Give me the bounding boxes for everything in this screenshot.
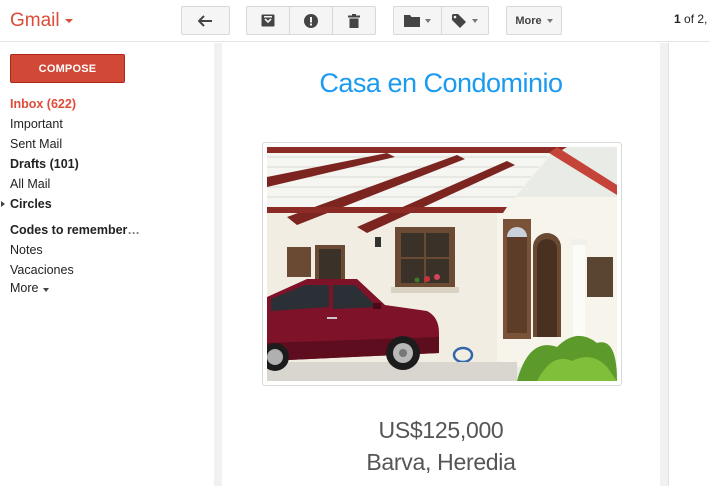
house-photo-image [267, 147, 617, 381]
more-button-label: More [515, 14, 542, 27]
chevron-down-icon [472, 18, 478, 23]
sidebar-item-notes[interactable]: Notes [0, 240, 214, 260]
email-body: Casa en Condominio US$125,000 Barva, Her… [222, 43, 660, 486]
sidebar-item-label: Sent Mail [10, 137, 63, 151]
sidebar-item-label: Drafts (101) [10, 157, 79, 171]
ellipsis: … [127, 223, 140, 237]
more-button[interactable]: More [506, 6, 562, 35]
sidebar-item-label: Circles [10, 197, 52, 211]
sidebar-item-label: More [10, 281, 39, 295]
archive-button[interactable] [246, 6, 290, 35]
compose-button[interactable]: COMPOSE [10, 54, 125, 83]
listing-price: US$125,000 [378, 417, 504, 443]
sidebar-item-inbox[interactable]: Inbox (622) [0, 94, 214, 114]
gmail-menu[interactable]: Gmail [10, 10, 73, 32]
sidebar-item-sent-mail[interactable]: Sent Mail [0, 134, 214, 154]
label-list: Inbox (622) Important Sent Mail Drafts (… [0, 94, 214, 297]
sidebar-item-label: Important [10, 117, 63, 131]
archive-icon [261, 14, 275, 27]
sidebar-item-label: Vacaciones [10, 263, 74, 277]
back-button[interactable] [181, 6, 230, 35]
pagination: 1 of 2, [674, 12, 707, 26]
sidebar: COMPOSE Inbox (622) Important Sent Mail … [0, 43, 214, 486]
expand-triangle-icon[interactable] [1, 201, 5, 207]
sidebar-item-label: Inbox (622) [10, 97, 76, 111]
sidebar-item-circles[interactable]: Circles [0, 194, 214, 214]
top-toolbar: Gmail More 1 of 2, [0, 0, 710, 42]
sidebar-item-label: All Mail [10, 177, 51, 191]
sidebar-item-vacaciones[interactable]: Vacaciones [0, 260, 214, 280]
sidebar-item-codes-to-remember[interactable]: Codes to remember… [0, 220, 214, 240]
house-photo [262, 142, 622, 386]
chevron-down-icon [64, 18, 73, 23]
labels-button[interactable] [441, 6, 489, 35]
chevron-down-icon [425, 18, 431, 23]
move-to-button[interactable] [393, 6, 442, 35]
app-name: Gmail [10, 10, 60, 31]
pager-rest: of 2, [680, 12, 708, 26]
right-pane [668, 43, 710, 486]
trash-icon [348, 13, 360, 28]
sidebar-item-label: Notes [10, 243, 43, 257]
delete-button[interactable] [332, 6, 376, 35]
sidebar-item-all-mail[interactable]: All Mail [0, 174, 214, 194]
folder-icon [404, 15, 420, 27]
email-title: Casa en Condominio [319, 68, 563, 98]
report-spam-icon [304, 13, 318, 28]
report-spam-button[interactable] [289, 6, 333, 35]
sidebar-item-more[interactable]: More [0, 280, 214, 297]
label-tag-icon [452, 13, 466, 28]
pager-current: 1 [674, 12, 681, 26]
listing-location: Barva, Heredia [366, 449, 516, 475]
sidebar-item-drafts[interactable]: Drafts (101) [0, 154, 214, 174]
reply-arrow-icon [197, 14, 212, 27]
sidebar-item-important[interactable]: Important [0, 114, 214, 134]
sidebar-item-label: Codes to remember [10, 223, 128, 237]
chevron-down-icon [43, 288, 50, 292]
chevron-down-icon [546, 18, 553, 23]
